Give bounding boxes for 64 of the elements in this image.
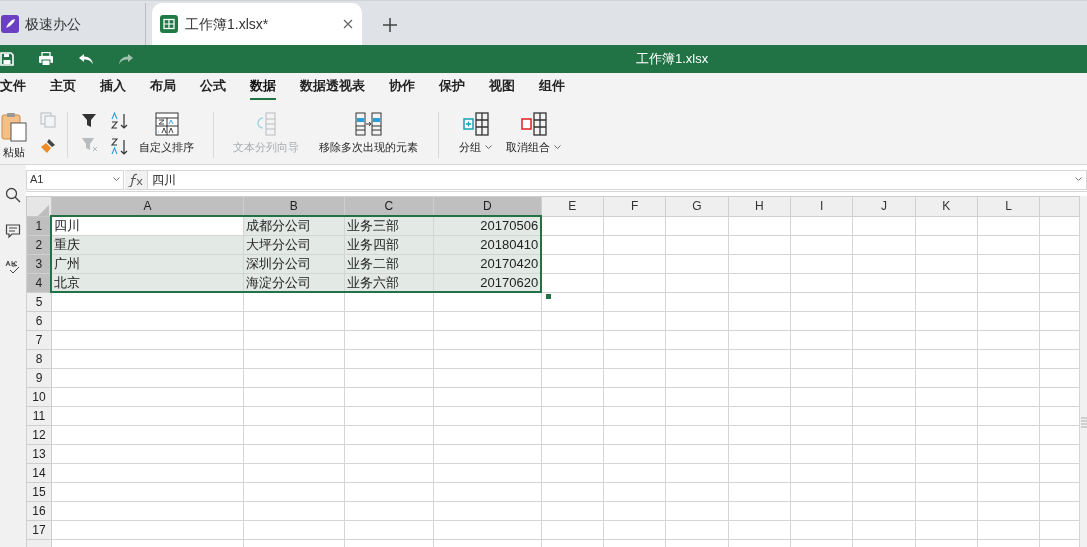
group-icon xyxy=(462,112,489,136)
remove-duplicates-button[interactable]: 移除多次出现的元素 xyxy=(319,112,418,156)
sort-ascending-icon[interactable] xyxy=(111,112,129,130)
close-icon[interactable] xyxy=(342,18,354,30)
menu-tab[interactable]: 组件 xyxy=(539,73,565,100)
spreadsheet-icon xyxy=(160,15,178,33)
sort-descending-icon[interactable] xyxy=(111,138,129,156)
sort-table-icon xyxy=(154,112,179,136)
menu-tab[interactable]: 插入 xyxy=(100,73,126,100)
print-icon[interactable] xyxy=(38,52,54,66)
menu-tab[interactable]: 文件 xyxy=(0,73,26,100)
spellcheck-icon[interactable] xyxy=(5,259,21,275)
menu-tab[interactable]: 数据透视表 xyxy=(300,73,365,100)
menu-tab[interactable]: 主页 xyxy=(50,73,76,100)
column-header[interactable]: H xyxy=(728,196,791,216)
caret-icon xyxy=(554,144,561,150)
table-cell[interactable]: 业务三部 xyxy=(344,216,434,235)
ungroup-button[interactable]: 取消组合 xyxy=(506,112,561,156)
table-cell[interactable]: 成都分公司 xyxy=(243,216,345,235)
chevron-icon xyxy=(1075,177,1082,182)
fill-handle[interactable] xyxy=(546,294,551,299)
menu-tab[interactable]: 视图 xyxy=(489,73,515,100)
chevron-icon xyxy=(113,177,120,182)
menu-tab[interactable]: 布局 xyxy=(150,73,176,100)
column-header[interactable]: I xyxy=(790,196,853,216)
column-header[interactable]: J xyxy=(852,196,916,216)
save-icon[interactable] xyxy=(0,52,14,66)
redo-icon xyxy=(118,53,134,65)
menu-tab[interactable]: 公式 xyxy=(200,73,226,100)
comment-icon[interactable] xyxy=(5,223,21,239)
paste-button[interactable]: 粘贴 xyxy=(0,112,28,161)
custom-sort-button[interactable]: 自定义排序 xyxy=(139,112,194,156)
column-header[interactable]: A xyxy=(51,196,244,216)
column-header[interactable]: C xyxy=(344,196,434,216)
ungroup-icon xyxy=(520,112,547,136)
function-icon[interactable] xyxy=(128,172,144,187)
menu-tab[interactable]: 协作 xyxy=(389,73,415,100)
table-cell[interactable]: 20170506 xyxy=(433,216,542,235)
name-box[interactable]: A1 xyxy=(26,169,124,190)
group-button[interactable]: 分组 xyxy=(459,112,492,156)
menu-tab[interactable]: 保护 xyxy=(439,73,465,100)
column-header[interactable]: G xyxy=(665,196,729,216)
filter-icon[interactable] xyxy=(81,112,97,128)
column-header[interactable]: E xyxy=(541,196,604,216)
tab-label: 极速办公 xyxy=(25,14,82,34)
search-icon[interactable] xyxy=(5,187,21,203)
tab[interactable]: 工作簿1.xlsx* xyxy=(152,3,362,45)
undo-icon[interactable] xyxy=(78,53,94,65)
column-header[interactable]: K xyxy=(915,196,978,216)
caret-icon xyxy=(485,144,492,150)
scroll-grip-icon[interactable] xyxy=(1081,417,1087,429)
column-header[interactable]: D xyxy=(433,196,542,216)
brush-icon[interactable] xyxy=(40,138,56,154)
column-header[interactable]: B xyxy=(243,196,345,216)
formula-field[interactable]: 四川 xyxy=(147,169,1087,190)
remove-duplicates-icon xyxy=(355,112,382,136)
triangle-icon xyxy=(38,204,49,216)
scrollbar[interactable] xyxy=(1080,196,1087,547)
column-header[interactable]: L xyxy=(977,196,1040,216)
column-header[interactable]: F xyxy=(603,196,666,216)
tab-label: 工作簿1.xlsx* xyxy=(185,14,270,34)
table-cell[interactable]: 四川 xyxy=(51,216,244,235)
document-title: 工作簿1.xlsx xyxy=(636,50,709,69)
plus-icon[interactable] xyxy=(383,18,397,32)
